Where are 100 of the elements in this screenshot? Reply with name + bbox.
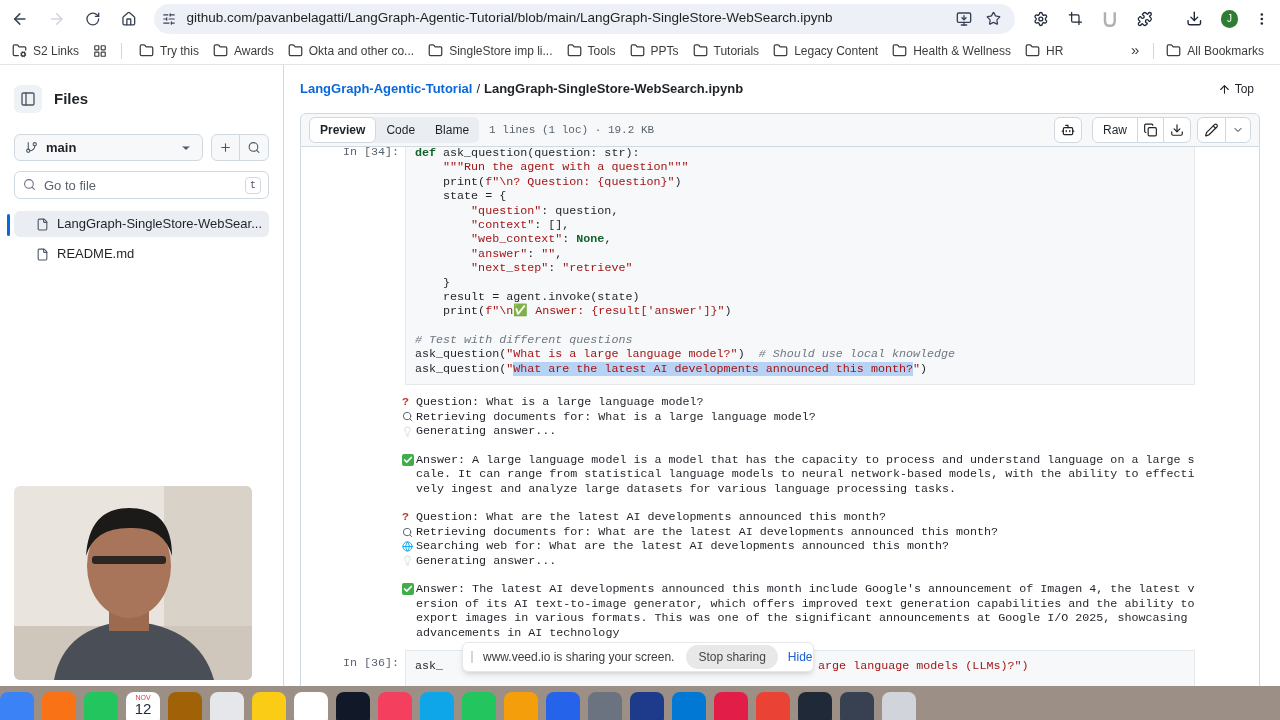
code-text: ): [724, 304, 732, 319]
bookmark-folder[interactable]: Awards: [233, 41, 274, 60]
code-string: f"\n✅ Answer: {result['answer']}": [485, 304, 725, 319]
folder-icon[interactable]: [629, 43, 645, 58]
reload-icon[interactable]: [85, 10, 101, 27]
bookmark-folder[interactable]: All Bookmarks: [1187, 41, 1264, 60]
code-comment: # Should use local knowledge: [758, 347, 956, 362]
more-bookmarks-button[interactable]: »: [1130, 39, 1140, 62]
file-tree-item[interactable]: LangGraph-SingleStore-WebSear...: [14, 211, 269, 237]
code-text: : [],: [534, 217, 570, 232]
view-tab[interactable]: Code: [376, 117, 426, 143]
magnifier-icon: [402, 526, 413, 538]
folder-icon[interactable]: [287, 43, 303, 58]
file-name: LangGraph-SingleStore-WebSearch.ipynb: [484, 80, 744, 99]
bookmark-link[interactable]: S2 Links: [33, 41, 80, 60]
repo-link[interactable]: LangGraph-Agentic-Tutorial: [300, 79, 473, 99]
home-icon[interactable]: [120, 10, 137, 27]
folder-icon[interactable]: [212, 43, 228, 58]
code-string: "question": [470, 203, 542, 218]
address-bar[interactable]: github.com/pavanbelagatti/LangGraph-Agentic-Tutorial/blob/main/LangGraph-SingleStore-WebSearch.ipynb: [154, 3, 1015, 34]
branch-selector[interactable]: main: [14, 134, 203, 161]
extensions-icon[interactable]: [1136, 10, 1153, 27]
question-mark: ?: [402, 510, 410, 525]
bookmark-folder[interactable]: Tutorials: [713, 41, 760, 60]
code-text: ask_question(: [415, 361, 507, 376]
check-icon: [402, 583, 414, 596]
code-string: arge language models (LLMs)?"): [818, 659, 1029, 675]
share-message: www.veed.io is sharing your screen.: [483, 649, 675, 666]
bookmark-folder[interactable]: Health & Wellness: [913, 41, 1011, 60]
folder-icon[interactable]: [428, 43, 444, 58]
arrow-up-icon: [1217, 82, 1231, 96]
code-text: ): [674, 174, 682, 189]
calendar-day: 12: [134, 701, 152, 716]
folder-gear-icon[interactable]: [12, 43, 27, 58]
code-text: ,: [604, 232, 612, 247]
extension-icon[interactable]: [1032, 10, 1049, 27]
code-text: :: [548, 261, 557, 276]
stop-sharing-button[interactable]: Stop sharing: [686, 645, 778, 669]
code-string: "web_context": [470, 232, 563, 247]
dock-app-icon[interactable]: [840, 692, 874, 720]
bookmark-folder[interactable]: HR: [1046, 41, 1064, 60]
output-line: Searching web for: What are the latest AI developments announced this month?: [416, 539, 950, 554]
apps-icon[interactable]: [93, 43, 108, 58]
code-text: ask_question(: [415, 347, 507, 362]
code-text: ask_: [415, 659, 444, 675]
view-tab[interactable]: Blame: [425, 117, 480, 143]
file-info: 1 lines (1 loc) · 19.2 KB: [489, 122, 655, 138]
bookmark-folder[interactable]: Okta and other co...: [308, 41, 415, 60]
code-text: ask_question(question: str):: [442, 147, 640, 160]
code-text: : question,: [541, 203, 619, 218]
view-tab[interactable]: Preview: [309, 117, 377, 143]
panel-toggle-icon[interactable]: [20, 91, 36, 107]
folder-icon[interactable]: [892, 43, 908, 58]
globe-icon: [402, 540, 413, 552]
output-line: Question: What is a large language model?: [416, 395, 704, 410]
output-paragraph: Answer: The latest AI developments announced this month include Google's announcement of Imagen 4, the latest version of its AI text-to-image generator, which offers improved text generation capabilities and the ability to export images in various formats. This was one of the significant announcements at Google I/O 2025, showcasing advancements in AI technology: [416, 582, 1195, 640]
robot-icon[interactable]: [1061, 123, 1075, 137]
folder-icon[interactable]: [773, 43, 789, 58]
search-icon: [23, 178, 36, 191]
code-comment: # Test with different questions: [415, 333, 633, 348]
code-string: f"\n? Question: {question}": [485, 174, 675, 189]
branch-icon: [25, 141, 38, 154]
bookmark-folder[interactable]: Tools: [587, 41, 616, 60]
star-icon[interactable]: [985, 11, 1001, 26]
profile-avatar[interactable]: J: [1220, 9, 1239, 28]
folder-icon[interactable]: [139, 43, 155, 58]
folder-icon[interactable]: [1166, 43, 1182, 58]
bookmark-folder[interactable]: PPTs: [650, 41, 679, 60]
dock-app-icon[interactable]: [630, 692, 664, 720]
code-string: "context": [470, 217, 535, 232]
code-text: print(: [442, 304, 486, 319]
code-text: ): [920, 361, 927, 376]
screenshot-icon[interactable]: [1068, 11, 1083, 26]
folder-icon[interactable]: [692, 43, 708, 58]
file-tree-item[interactable]: README.md: [14, 241, 269, 267]
bookmark-folder[interactable]: SingleStore imp li...: [449, 41, 553, 60]
download-icon[interactable]: [1186, 10, 1203, 27]
bookmark-folder[interactable]: Legacy Content: [794, 41, 879, 60]
url-text: github.com/pavanbelagatti/LangGraph-Agentic-Tutorial/blob/main/LangGraph-SingleStore-WebSearch.ipynb: [186, 9, 833, 28]
site-settings-icon[interactable]: [162, 11, 177, 26]
folder-icon[interactable]: [566, 43, 582, 58]
bookmark-folder[interactable]: Try this: [160, 41, 199, 60]
top-button[interactable]: Top: [1217, 80, 1254, 98]
folder-icon[interactable]: [1025, 43, 1040, 58]
lightbulb-icon: [402, 425, 413, 437]
path-separator: /: [476, 80, 480, 99]
code-text: state = {: [442, 189, 507, 204]
check-icon: [402, 453, 414, 466]
lightbulb-icon: [402, 555, 413, 567]
code-text: }: [442, 275, 451, 290]
code-text: ): [737, 347, 746, 362]
dock-app-icon[interactable]: [336, 692, 370, 720]
dock-app-icon[interactable]: [798, 692, 832, 720]
install-icon[interactable]: [955, 10, 972, 27]
hide-link[interactable]: Hide: [787, 648, 813, 666]
output-line: Retrieving documents for: What are the latest AI developments announced this month?: [416, 524, 999, 540]
code-text: print(: [442, 174, 486, 189]
code-string: "": [541, 246, 556, 261]
sidebar-title: Files: [54, 88, 89, 109]
shortcut-key: t: [245, 177, 261, 194]
